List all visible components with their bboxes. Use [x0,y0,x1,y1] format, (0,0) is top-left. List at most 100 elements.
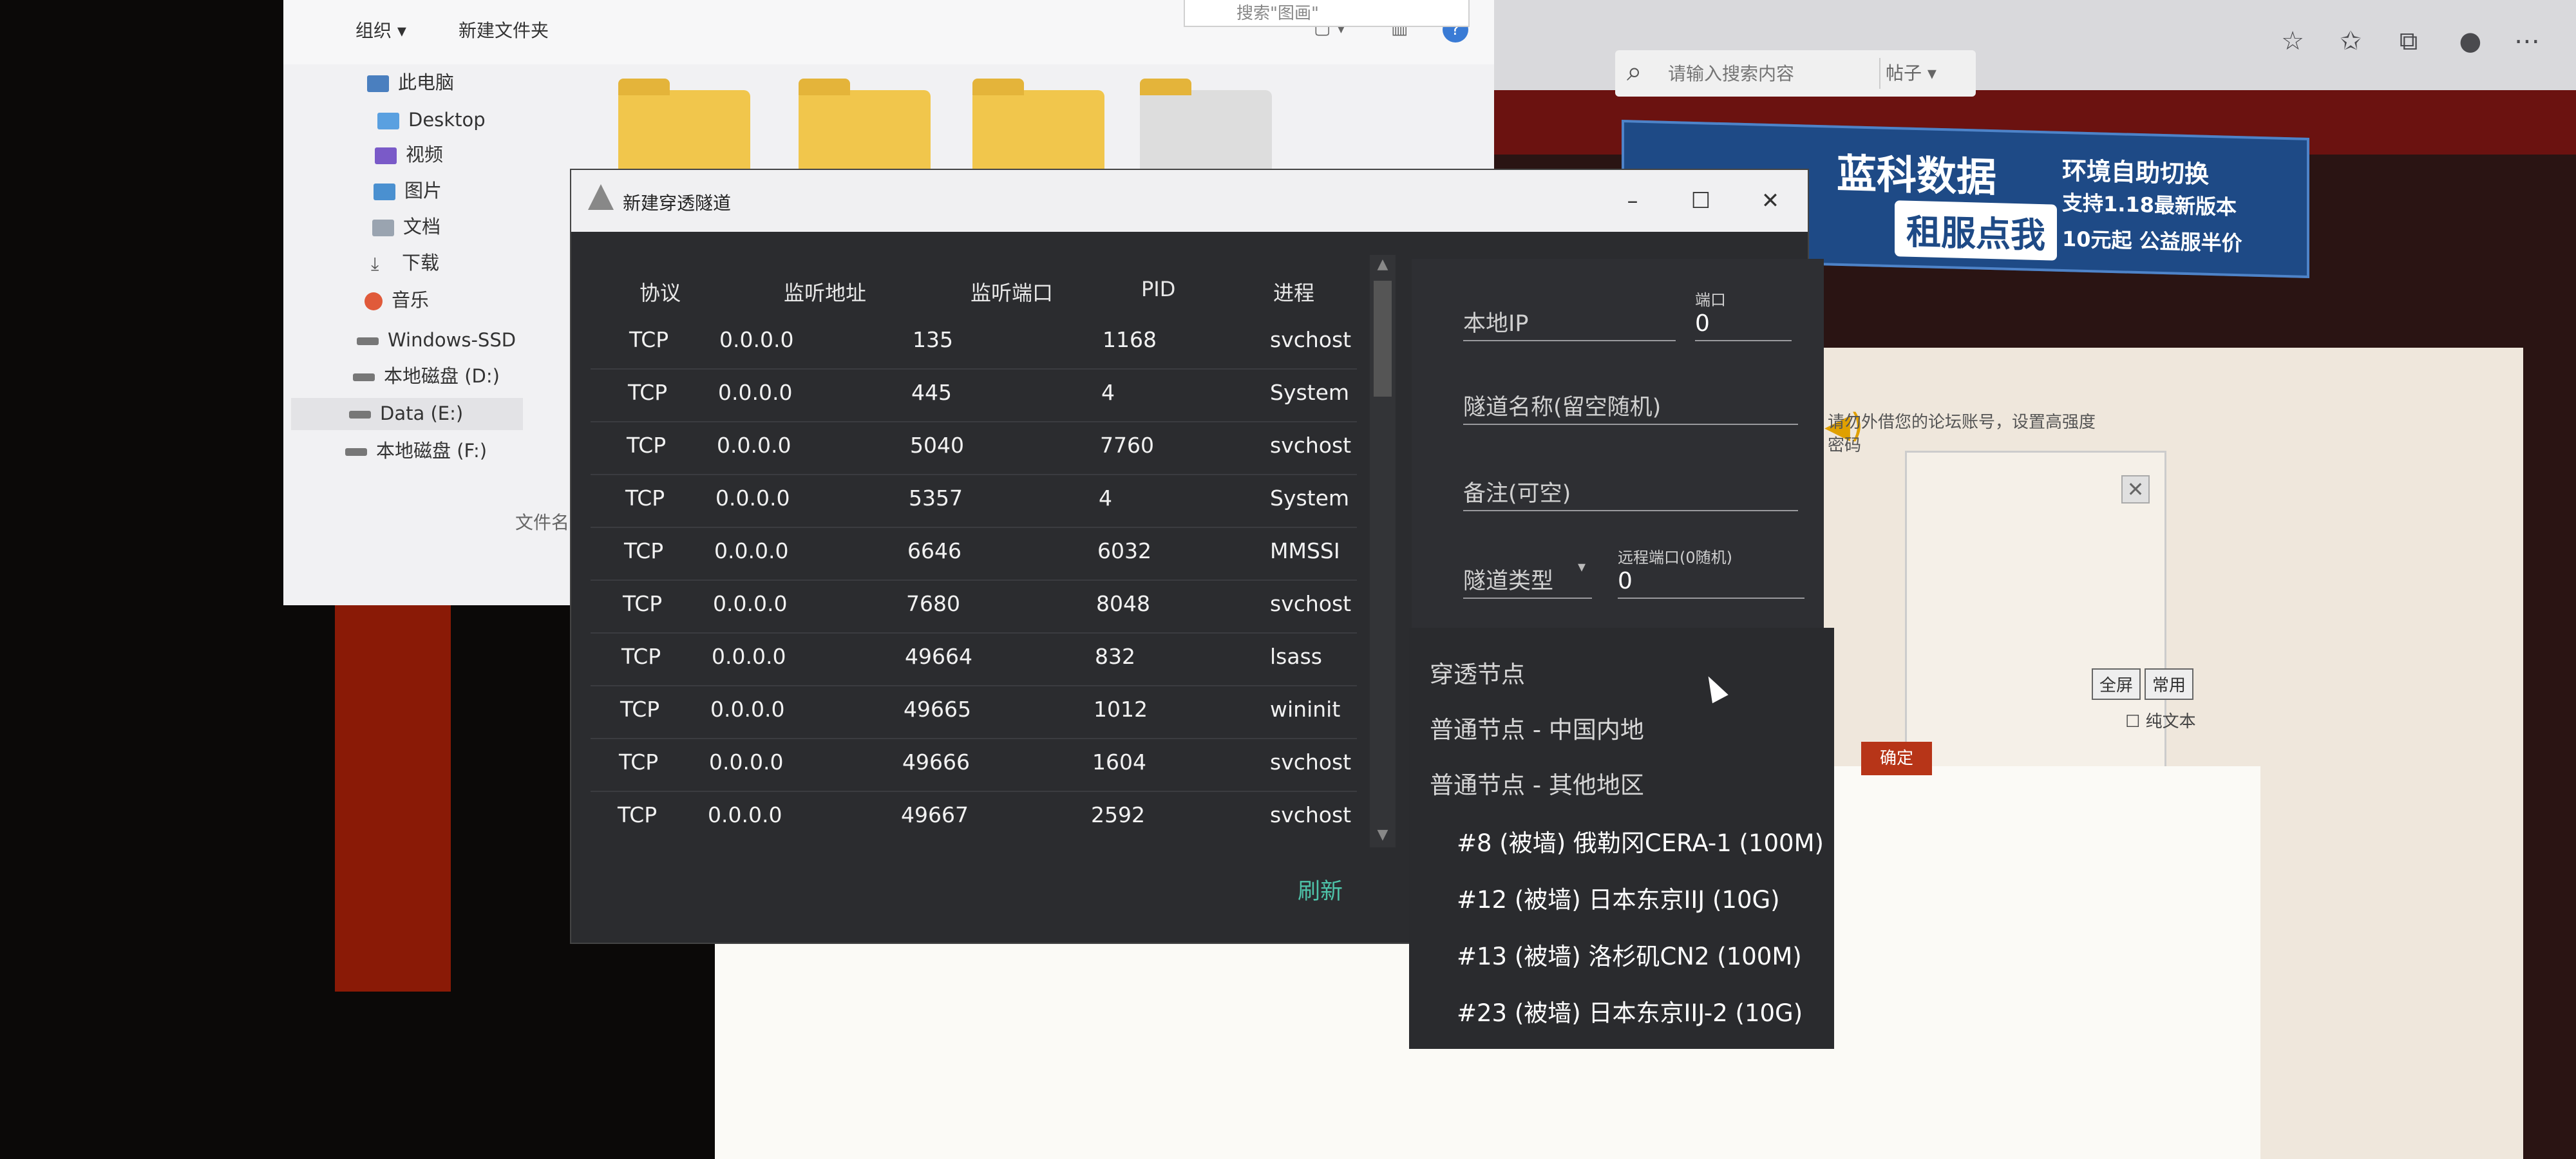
dropdown-node-option[interactable]: #23 (被墙) 日本东京IIJ-2 (10G) [1457,994,1803,1028]
cell-process: System [1270,485,1350,511]
cell-pid: 4 [1099,485,1112,511]
nav-label: 图片 [404,180,442,202]
column-header: 监听端口 [971,281,1054,305]
cell-protocol: TCP [627,433,667,458]
column-header: 进程 [1273,281,1315,305]
dialog-titlebar: 新建穿透隧道 – ☐ ✕ [571,170,1808,232]
column-header: PID [1141,277,1176,301]
drive-icon [357,337,379,345]
nav-item-pictures[interactable]: 图片 [374,176,442,205]
cell-address: 0.0.0.0 [719,327,794,352]
cell-pid: 4 [1101,380,1115,405]
image-thumbnail[interactable] [1140,79,1272,180]
folder-icon[interactable] [618,79,750,180]
tunnel-name-label: 隧道名称(留空随机) [1463,395,1662,420]
table-row[interactable]: TCP 0.0.0.0 5357 4 System [591,474,1357,528]
nav-item-downloads[interactable]: ⤓ 下载 [371,249,439,277]
tracking-icon[interactable]: ☆ [2276,24,2309,58]
cell-process: wininit [1270,697,1341,722]
dropdown-node-option[interactable]: #8 (被墙) 俄勒冈CERA-1 (100M) [1457,824,1824,858]
cell-address: 0.0.0.0 [717,433,791,458]
forum-search-input[interactable] [1667,57,1862,90]
remote-port-field[interactable]: 远程端口(0随机) 0 [1618,549,1804,599]
cell-port: 445 [911,380,952,405]
cell-process: svchost [1270,749,1352,775]
nav-label: Desktop [408,109,486,131]
cell-protocol: TCP [620,697,660,722]
cell-process: MMSSI [1270,538,1340,563]
refresh-button[interactable]: 刷新 [1298,873,1343,906]
table-row[interactable]: TCP 0.0.0.0 5040 7760 svchost [591,421,1357,475]
table-row[interactable]: TCP 0.0.0.0 49664 832 lsass [591,632,1357,686]
dropdown-group-penetration[interactable]: 穿透节点 [1430,655,1525,690]
nav-item-windows-ssd[interactable]: Windows-SSD [357,326,516,354]
cell-port: 49664 [905,644,972,669]
nav-item-this-pc[interactable]: 此电脑 [367,68,454,97]
table-scrollbar[interactable]: ▲ ▼ [1370,255,1396,847]
banner-line1: 环境自助切换 [2062,156,2210,189]
fullscreen-button[interactable]: 全屏 [2092,668,2141,700]
collections-icon[interactable]: ⧉ [2392,24,2425,58]
download-icon: ⤓ [371,253,379,274]
plain-text-checkbox[interactable]: ☐ 纯文本 [2125,708,2196,732]
nav-item-drive-f[interactable]: 本地磁盘 (F:) [345,437,487,465]
folder-icon[interactable] [799,79,931,180]
new-folder-button[interactable]: 新建文件夹 [459,17,549,42]
table-row[interactable]: TCP 0.0.0.0 49665 1012 wininit [591,685,1357,739]
cell-port: 135 [913,327,953,352]
organize-menu[interactable]: 组织 ▾ [355,17,406,42]
nav-item-documents[interactable]: 文档 [372,212,440,241]
dropdown-group-other-region[interactable]: 普通节点 - 其他地区 [1430,766,1644,800]
popup-close-icon[interactable]: ✕ [2121,475,2150,504]
minimize-icon[interactable]: – [1615,184,1651,218]
dropdown-node-option[interactable]: #13 (被墙) 洛杉矶CN2 (100M) [1457,937,1802,972]
more-icon[interactable]: ⋯ [2510,24,2544,58]
table-row[interactable]: TCP 0.0.0.0 135 1168 svchost [591,316,1357,370]
nav-label: 视频 [406,144,444,165]
video-icon [375,147,397,164]
cell-address: 0.0.0.0 [710,697,785,722]
remote-port-label: 远程端口(0随机) [1618,549,1732,567]
nav-item-music[interactable]: 音乐 [365,286,429,314]
table-row[interactable]: TCP 0.0.0.0 7680 8048 svchost [591,580,1357,634]
cell-port: 6646 [907,538,961,563]
cell-pid: 8048 [1096,591,1150,616]
table-row[interactable]: TCP 0.0.0.0 445 4 System [591,368,1357,422]
node-dropdown-list: 穿透节点 普通节点 - 中国内地 普通节点 - 其他地区 #8 (被墙) 俄勒冈… [1409,628,1834,1049]
scroll-down-icon[interactable]: ▼ [1374,827,1392,846]
nav-item-videos[interactable]: 视频 [375,140,443,169]
common-button[interactable]: 常用 [2145,668,2194,700]
nav-item-drive-d[interactable]: 本地磁盘 (D:) [353,362,500,390]
nav-item-desktop[interactable]: Desktop [377,106,486,134]
profile-icon[interactable]: ● [2454,24,2487,58]
table-row[interactable]: TCP 0.0.0.0 49666 1604 svchost [591,738,1357,792]
scroll-thumb[interactable] [1374,281,1392,397]
confirm-button[interactable]: 确定 [1861,742,1932,775]
port-field[interactable]: 端口 0 [1695,291,1792,341]
tunnel-type-select[interactable]: 隧道类型 ▾ [1463,549,1592,599]
nav-label: 本地磁盘 (D:) [384,365,500,387]
cell-port: 5357 [909,485,963,511]
table-row[interactable]: TCP 0.0.0.0 6646 6032 MMSSI [591,527,1357,581]
dropdown-group-mainland[interactable]: 普通节点 - 中国内地 [1430,710,1644,745]
folder-icon[interactable] [972,79,1104,180]
search-scope-select[interactable]: 帖子 ▾ [1886,58,1969,89]
dropdown-node-option[interactable]: #12 (被墙) 日本东京IIJ (10G) [1457,880,1780,915]
search-separator [1879,58,1880,89]
close-icon[interactable]: ✕ [1752,184,1788,218]
desktop-folder-icon [377,113,399,129]
local-ip-field[interactable]: 本地IP [1463,291,1676,341]
tunnel-name-field[interactable]: 隧道名称(留空随机) [1463,375,1798,425]
music-icon [365,292,383,310]
nav-item-drive-e[interactable]: Data (E:) [349,399,463,428]
cell-pid: 1168 [1103,327,1157,352]
column-header: 协议 [639,281,681,305]
drive-icon [349,411,371,419]
favorite-icon[interactable]: ✩ [2334,24,2367,58]
remark-field[interactable]: 备注(可空) [1463,461,1798,511]
scroll-up-icon[interactable]: ▲ [1374,256,1392,276]
cell-port: 49666 [902,749,970,775]
maximize-icon[interactable]: ☐ [1683,184,1719,218]
table-row[interactable]: TCP 0.0.0.0 49667 2592 svchost [591,791,1357,843]
explorer-search-box[interactable]: 搜索"图画" [1184,0,1470,27]
